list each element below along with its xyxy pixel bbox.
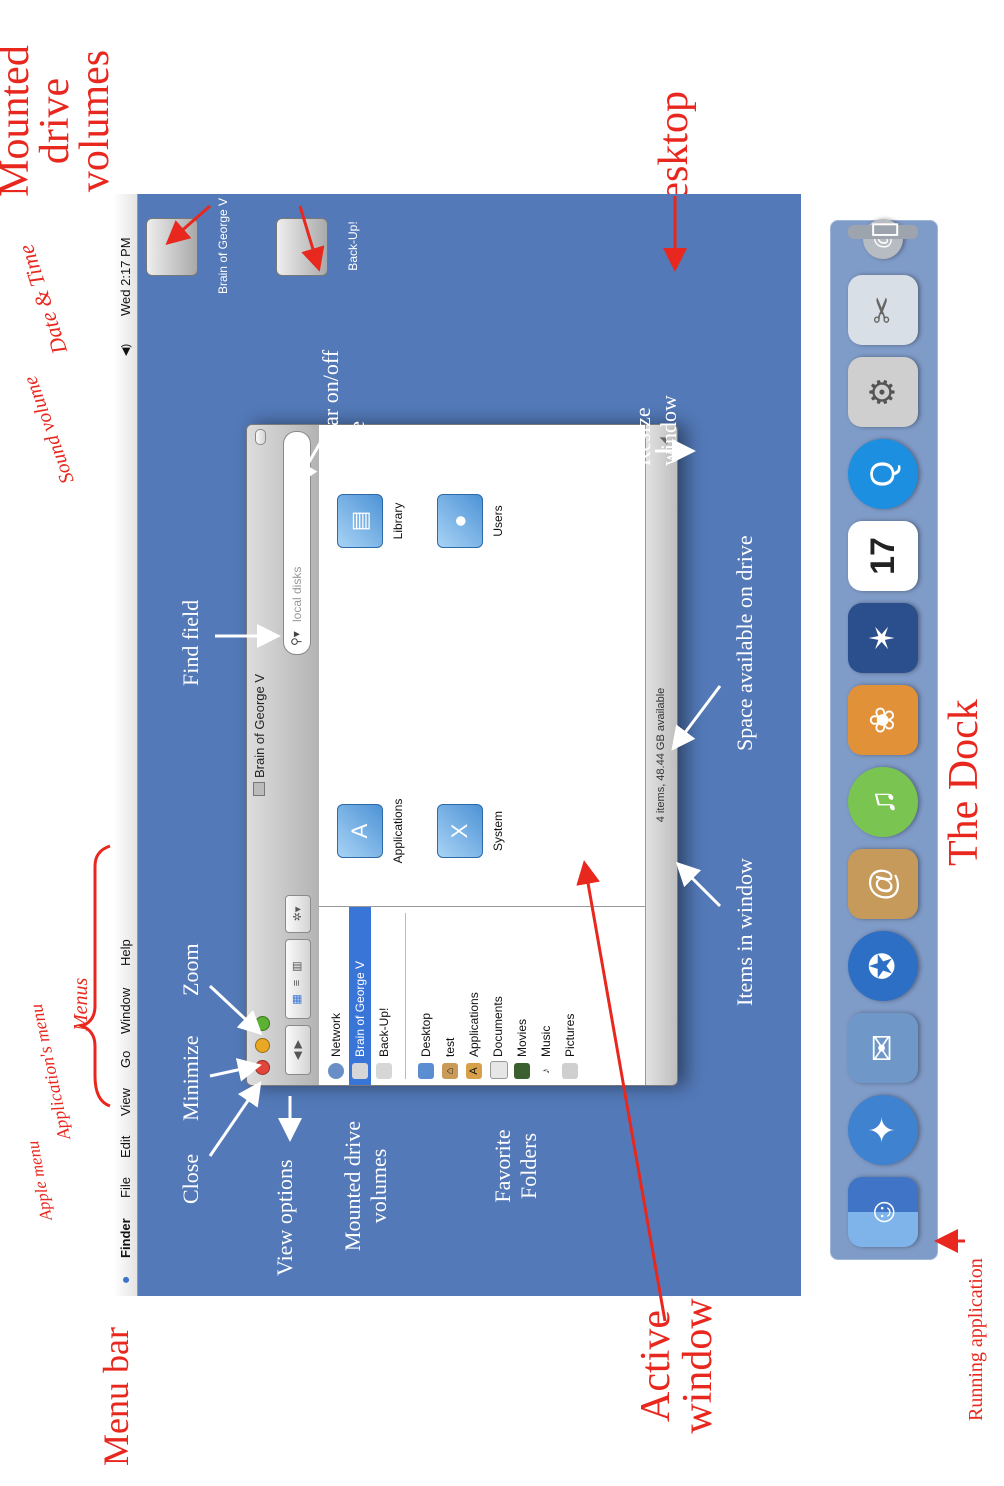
arrow-mounted-volume-2	[298, 205, 325, 272]
white-arrows	[208, 425, 722, 1157]
arrow-sidebar-toggle	[294, 425, 332, 487]
arrow-items-in-window	[675, 861, 722, 908]
annotation-arrows	[77, 196, 965, 1322]
red-arrows	[77, 196, 965, 1322]
arrow-close	[208, 1081, 262, 1157]
arrow-zoom	[208, 984, 263, 1036]
arrow-minimize	[209, 1058, 262, 1082]
brace-menus	[77, 844, 111, 1108]
arrow-space-available	[671, 685, 722, 751]
rotated-stage: Mounted drive volumes Desktop Date & Tim…	[0, 0, 1004, 1486]
arrow-active-window	[576, 860, 667, 1322]
arrow-mounted-volume-1	[165, 204, 211, 245]
